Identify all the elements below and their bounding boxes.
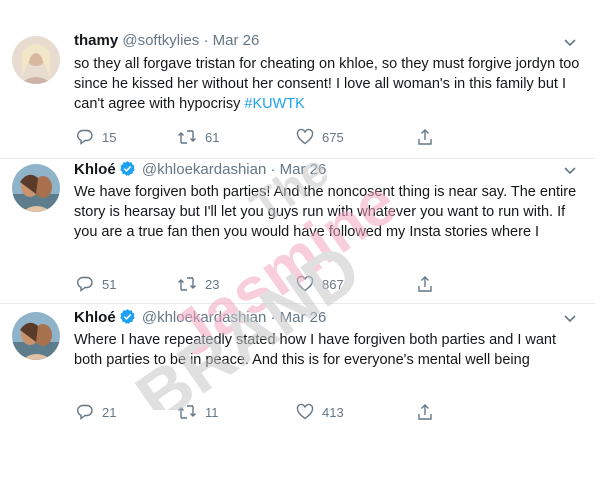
user-handle[interactable]: @softkylies [122, 32, 199, 49]
separator-dot: · [203, 32, 209, 49]
hashtag-link[interactable]: #KUWTK [244, 96, 304, 112]
avatar[interactable] [12, 36, 60, 84]
share-button[interactable] [416, 402, 442, 422]
reply-count: 15 [102, 129, 117, 145]
avatar[interactable] [12, 164, 60, 212]
action-bar: 51 23 867 [74, 274, 587, 294]
chevron-down-icon[interactable] [563, 166, 577, 176]
separator-dot: · [270, 161, 276, 178]
like-icon [296, 275, 314, 292]
retweet-button[interactable]: 11 [177, 402, 219, 422]
display-name[interactable]: Khloé [74, 309, 116, 326]
avatar[interactable] [12, 312, 60, 360]
reply-count: 21 [102, 404, 117, 420]
retweet-count: 23 [205, 276, 220, 292]
display-name[interactable]: thamy [74, 32, 118, 49]
like-count: 675 [322, 129, 344, 145]
display-name[interactable]: Khloé [74, 161, 116, 178]
like-count: 413 [322, 404, 344, 420]
tweet-text: Where I have repeatedly stated how I hav… [74, 330, 584, 370]
like-icon [296, 128, 314, 145]
share-button[interactable] [416, 274, 442, 294]
like-button[interactable]: 413 [296, 402, 344, 422]
tweet-body: Khloé @khloekardashian · Mar 26 We have … [74, 160, 587, 242]
user-handle[interactable]: @khloekardashian [142, 309, 266, 326]
reply-count: 51 [102, 276, 117, 292]
like-count: 867 [322, 276, 344, 292]
retweet-button[interactable]: 61 [177, 127, 219, 147]
action-bar: 15 61 675 [74, 127, 587, 147]
chevron-down-icon[interactable] [563, 314, 577, 324]
share-icon [418, 129, 432, 145]
tweet-text-body: Where I have repeatedly stated how I hav… [74, 332, 557, 368]
verified-badge-icon [119, 309, 135, 324]
tweet-date[interactable]: Mar 26 [280, 309, 327, 326]
like-icon [296, 403, 314, 420]
retweet-icon [178, 277, 196, 291]
reply-button[interactable]: 15 [76, 127, 116, 147]
tweet[interactable]: thamy @softkylies · Mar 26 so they all f… [12, 32, 587, 152]
retweet-count: 11 [205, 404, 219, 420]
tweet-header: thamy @softkylies · Mar 26 [74, 32, 587, 52]
like-button[interactable]: 867 [296, 274, 344, 294]
tweet-body: thamy @softkylies · Mar 26 so they all f… [74, 32, 587, 114]
reply-icon [77, 404, 93, 420]
reply-icon [77, 276, 93, 292]
tweet-header: Khloé @khloekardashian · Mar 26 [74, 308, 587, 328]
tweet-thread: thamy @softkylies · Mar 26 so they all f… [0, 0, 595, 478]
retweet-icon [178, 130, 196, 144]
user-handle[interactable]: @khloekardashian [142, 161, 266, 178]
retweet-icon [178, 405, 196, 419]
reply-button[interactable]: 21 [76, 402, 116, 422]
divider [0, 158, 595, 159]
share-icon [418, 276, 432, 292]
tweet-body: Khloé @khloekardashian · Mar 26 Where I … [74, 308, 587, 370]
verified-badge-icon [119, 161, 135, 176]
tweet-text: We have forgiven both parties! And the n… [74, 182, 584, 242]
tweet[interactable]: Khloé @khloekardashian · Mar 26 We have … [12, 160, 587, 300]
action-bar: 21 11 413 [74, 402, 587, 422]
share-icon [418, 404, 432, 420]
tweet-text: so they all forgave tristan for cheating… [74, 54, 584, 114]
tweet-date[interactable]: Mar 26 [280, 161, 327, 178]
tweet-text-body: We have forgiven both parties! And the n… [74, 184, 577, 240]
tweet-header: Khloé @khloekardashian · Mar 26 [74, 160, 587, 180]
share-button[interactable] [416, 127, 442, 147]
retweet-button[interactable]: 23 [177, 274, 219, 294]
reply-button[interactable]: 51 [76, 274, 116, 294]
chevron-down-icon[interactable] [563, 38, 577, 48]
divider [0, 303, 595, 304]
tweet-text-body: so they all forgave tristan for cheating… [74, 56, 580, 112]
separator-dot: · [270, 309, 276, 326]
tweet[interactable]: Khloé @khloekardashian · Mar 26 Where I … [12, 308, 587, 428]
reply-icon [77, 129, 93, 145]
tweet-date[interactable]: Mar 26 [213, 32, 260, 49]
like-button[interactable]: 675 [296, 127, 344, 147]
retweet-count: 61 [205, 129, 220, 145]
